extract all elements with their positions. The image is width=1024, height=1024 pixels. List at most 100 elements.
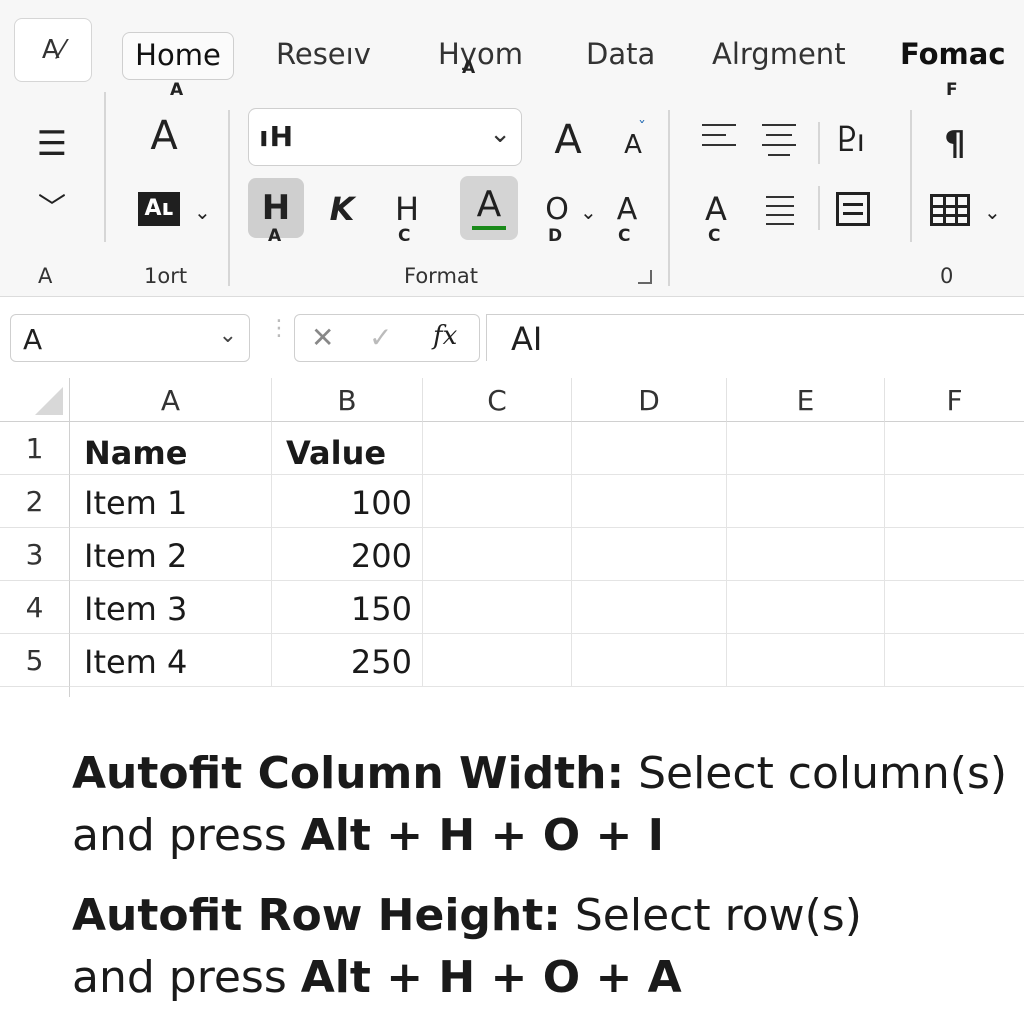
formula-input[interactable]: AI [486,314,1024,361]
tip-column-line2: and press Alt + H + O + I [72,810,664,861]
cell-b1[interactable]: Value [272,422,423,475]
cell-b2[interactable]: 100 [272,475,423,528]
tip-column-press: and press [72,810,301,861]
enter-icon[interactable]: ✓ [369,321,392,354]
row-header-4[interactable]: 4 [0,581,70,634]
keytip-bold: A [268,226,282,246]
keytip-underline: C [398,226,411,246]
justify-icon[interactable] [766,196,794,225]
styles-icon[interactable]: Aʟ [138,192,180,226]
tip-row-line1: Autofit Row Height: Select row(s) [72,890,862,941]
align-middle-icon[interactable] [762,124,796,156]
chevron-down-icon: ⌄ [489,119,511,149]
grip-icon[interactable]: ⋮ [268,318,290,340]
tip-column-line1: Autofit Column Width: Select column(s) [72,748,1007,799]
group-divider [818,122,820,164]
text-align-button[interactable]: A [700,190,732,228]
font-color-label: A [476,184,502,225]
increase-font-size-button[interactable]: A [548,120,588,160]
cell-b4[interactable]: 150 [272,581,423,634]
keytip-hyom: A [462,58,476,78]
group-divider [818,186,820,230]
borders-dropdown-icon[interactable]: ⌄ [580,200,597,224]
name-box[interactable]: A ⌄ [10,314,250,362]
cell-b5[interactable]: 250 [272,634,423,687]
row-header-3[interactable]: 3 [0,528,70,581]
cancel-icon[interactable]: ✕ [311,321,334,354]
tip-row-press: and press [72,952,301,1003]
app-menu-button[interactable]: A⁄ [14,18,92,82]
table-format-icon[interactable] [930,194,970,226]
tab-hyom[interactable]: Hyom [438,32,523,78]
align-top-icon[interactable] [702,124,736,146]
tab-home[interactable]: Home [122,32,234,80]
cell-a2[interactable]: Item 1 [70,475,272,528]
table-format-dropdown-icon[interactable]: ⌄ [984,200,1001,224]
empty-cells[interactable] [423,422,1024,687]
tab-alignment[interactable]: Alrgment [712,32,846,78]
cell-a1[interactable]: Name [70,422,272,475]
tip-row-text: Select row(s) [560,890,862,941]
name-box-value: A [23,323,43,356]
font-style-icon[interactable]: A [142,116,186,156]
keytip-fill: C [618,226,631,246]
underline-button[interactable]: H [390,190,424,228]
font-color-swatch [472,226,506,230]
keytip-align: C [708,226,721,246]
tab-review[interactable]: Reseıv [276,32,371,78]
row-header-5[interactable]: 5 [0,634,70,687]
row-header-1[interactable]: 1 [0,422,70,475]
cell-a5[interactable]: Item 4 [70,634,272,687]
row-header-overflow [0,687,70,697]
pilcrow-icon[interactable]: ¶ [940,124,970,164]
menu-icon[interactable]: ☰ [30,124,74,164]
row-header-2[interactable]: 2 [0,475,70,528]
group-divider [668,110,670,286]
column-header-e[interactable]: E [727,378,885,422]
font-color-button[interactable]: A [460,176,518,240]
borders-button[interactable]: O [542,192,572,227]
group-divider [910,110,912,242]
dialog-launcher-icon[interactable] [638,270,652,284]
tip-row-keys: Alt + H + O + A [300,952,682,1003]
cell-a3[interactable]: Item 2 [70,528,272,581]
formula-bar: A ⌄ ⋮ ✕ ✓ fx AI [0,298,1024,378]
group-divider [228,110,230,286]
fill-color-button[interactable]: A [612,192,642,227]
column-header-b[interactable]: B [272,378,423,422]
insert-function-icon[interactable]: fx [433,321,457,351]
group-divider [104,92,106,242]
column-header-a[interactable]: A [70,378,272,422]
tip-row-title: Autofit Row Height: [72,890,561,941]
styles-dropdown-icon[interactable]: ⌄ [194,200,211,224]
font-name-select[interactable]: ıH ⌄ [248,108,522,166]
group-label-sort: 1ort [144,264,188,288]
merge-center-icon[interactable] [836,192,870,226]
chevron-down-icon: ⌄ [218,323,237,348]
keytip-home: A [170,80,184,100]
tip-row-line2: and press Alt + H + O + A [72,952,682,1003]
spreadsheet-grid: A B C D E F 1 2 3 4 5 Name Value Item 1 … [0,378,1024,698]
group-label-last: 0 [940,264,954,288]
formula-value: AI [511,320,543,358]
tip-column-text: Select column(s) [624,748,1008,799]
column-header-d[interactable]: D [572,378,727,422]
column-header-c[interactable]: C [423,378,572,422]
tab-format[interactable]: Fomac [900,32,1006,78]
keytip-borders: D [548,226,563,246]
tip-column-title: Autofit Column Width: [72,748,625,799]
cell-a4[interactable]: Item 3 [70,581,272,634]
italic-button[interactable]: K [324,190,360,228]
tab-data[interactable]: Data [586,32,655,78]
keytip-format: F [946,80,958,100]
chevron-down-icon[interactable]: ﹀ [30,186,74,226]
caret-icon: ˇ [638,118,646,137]
select-all-corner[interactable] [0,378,70,422]
column-header-f[interactable]: F [885,378,1024,422]
cell-b3[interactable]: 200 [272,528,423,581]
formula-controls: ✕ ✓ fx [294,314,480,362]
group-label-format: Format [404,264,479,288]
paragraph-icon[interactable]: Ⴒı [838,124,865,159]
ribbon: A⁄ Home A Reseıv Hyom A Data Alrgment Fo… [0,0,1024,297]
tip-column-keys: Alt + H + O + I [300,810,665,861]
